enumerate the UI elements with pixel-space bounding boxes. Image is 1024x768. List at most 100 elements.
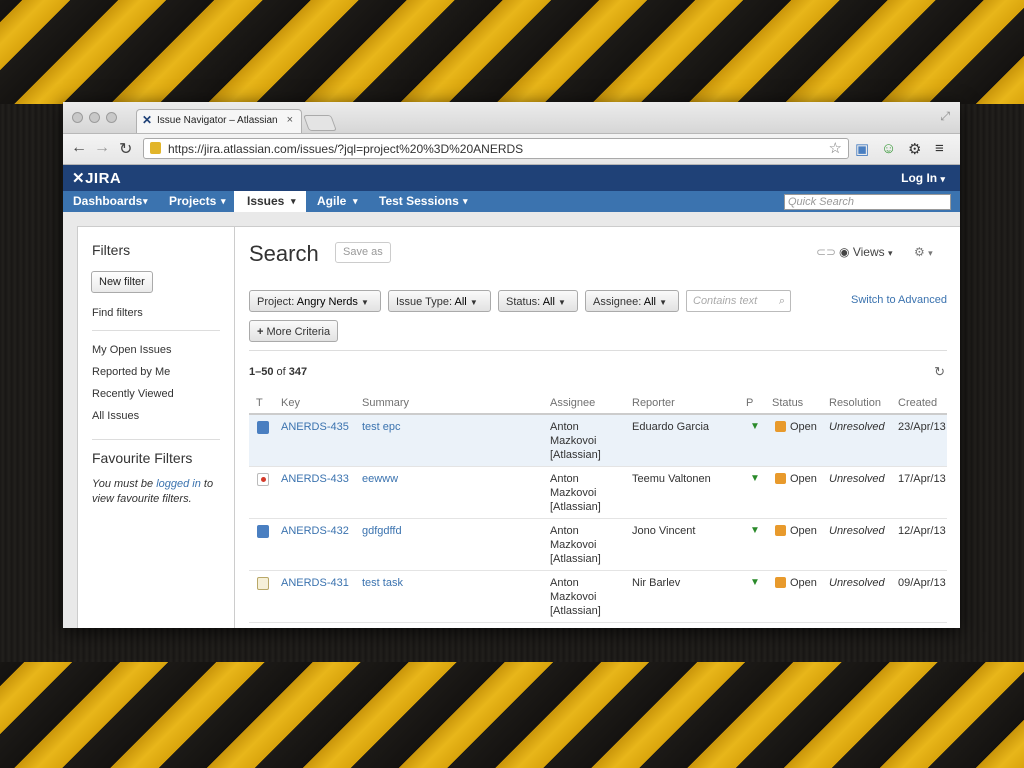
tools-gear-icon[interactable]: ⚙ ▾ [914, 245, 933, 259]
back-arrow-icon[interactable]: ← [71, 139, 87, 157]
issue-type-criteria-button[interactable]: Issue Type: All ▼ [388, 290, 491, 312]
hazard-stripes-bottom [0, 662, 1024, 768]
column-header-resolution[interactable]: Resolution [829, 397, 881, 409]
jira-favicon-icon: ✕ [142, 113, 153, 127]
reporter-cell[interactable]: Jono Vincent [632, 524, 695, 538]
fullscreen-icon[interactable]: ⤢ [940, 109, 950, 124]
nav-test-sessions[interactable]: Test Sessions ▾ [365, 191, 475, 212]
filter-recently-viewed[interactable]: Recently Viewed [92, 388, 174, 400]
nav-dashboards[interactable]: Dashboards ▾ [63, 191, 155, 212]
divider [92, 439, 220, 440]
issue-summary-link[interactable]: gdfgdffd [362, 524, 402, 538]
login-link[interactable]: logged in [156, 478, 201, 490]
column-header-assignee[interactable]: Assignee [550, 397, 595, 409]
favourite-filters-note: You must be logged in to view favourite … [92, 478, 214, 505]
reload-icon[interactable]: ↻ [119, 139, 132, 159]
table-row[interactable]: ANERDS-435 test epc Anton Mazkovoi [Atla… [249, 415, 947, 467]
issue-key-link[interactable]: ANERDS-435 [281, 420, 349, 434]
resolution-cell: Unresolved [829, 473, 885, 485]
zoom-window-button[interactable] [106, 112, 117, 123]
reporter-cell[interactable]: Nir Barlev [632, 576, 680, 590]
refresh-icon[interactable]: ↻ [934, 364, 945, 380]
issue-summary-link[interactable]: eewww [362, 472, 398, 486]
extension-green-icon[interactable]: ☺ [881, 140, 896, 157]
status-cell: Open [790, 473, 817, 485]
minimize-window-button[interactable] [89, 112, 100, 123]
browser-window: ✕ Issue Navigator – Atlassian × ⤢ ← → ↻ … [63, 102, 960, 628]
epic-type-icon [257, 421, 269, 434]
hazard-stripes-top [0, 0, 1024, 104]
address-bar[interactable]: https://jira.atlassian.com/issues/?jql=p… [143, 138, 849, 159]
forward-arrow-icon[interactable]: → [94, 139, 110, 157]
column-header-summary[interactable]: Summary [362, 397, 409, 409]
chevron-down-icon: ▾ [463, 196, 468, 206]
page-body: Filters New filter Find filters My Open … [63, 212, 960, 628]
issue-key-link[interactable]: ANERDS-432 [281, 524, 349, 538]
chevron-down-icon: ▾ [221, 196, 226, 206]
contains-text-input[interactable]: Contains text ⌕ [686, 290, 791, 312]
chevron-down-icon: ▼ [659, 298, 667, 307]
quick-search-input[interactable]: Quick Search [784, 194, 951, 210]
new-filter-button[interactable]: New filter [91, 271, 153, 293]
table-row[interactable]: ANERDS-433 eewww Anton Mazkovoi [Atlassi… [249, 467, 947, 519]
column-header-type[interactable]: T [256, 397, 263, 409]
project-criteria-button[interactable]: Project: Angry Nerds ▼ [249, 290, 381, 312]
filter-all-issues[interactable]: All Issues [92, 410, 139, 422]
assignee-cell[interactable]: Anton Mazkovoi [Atlassian] [550, 420, 625, 462]
reporter-cell[interactable]: Eduardo Garcia [632, 420, 709, 434]
epic-type-icon [257, 525, 269, 538]
resolution-cell: Unresolved [829, 525, 885, 537]
column-header-priority[interactable]: P [746, 397, 753, 409]
share-link-icon[interactable]: ⊂⊃ [816, 245, 836, 259]
assignee-criteria-button[interactable]: Assignee: All ▼ [585, 290, 679, 312]
page-title: Search [249, 241, 319, 266]
assignee-cell[interactable]: Anton Mazkovoi [Atlassian] [550, 524, 625, 566]
main-nav: Dashboards ▾ Projects ▾ Issues ▾ Agile ▾ Tes… [63, 191, 960, 212]
open-status-icon [775, 525, 786, 536]
issue-summary-link[interactable]: test task [362, 576, 403, 590]
created-cell: 17/Apr/13 [898, 473, 946, 485]
issue-key-link[interactable]: ANERDS-431 [281, 576, 349, 590]
table-row[interactable]: ANERDS-432 gdfgdffd Anton Mazkovoi [Atla… [249, 519, 947, 571]
column-header-key[interactable]: Key [281, 397, 300, 409]
extension-icon[interactable]: ▣ [855, 140, 869, 158]
nav-issues[interactable]: Issues ▾ [234, 191, 306, 212]
table-row[interactable]: ANERDS-431 test task Anton Mazkovoi [Atl… [249, 571, 947, 623]
assignee-cell[interactable]: Anton Mazkovoi [Atlassian] [550, 576, 625, 618]
save-as-button[interactable]: Save as [335, 242, 391, 263]
assignee-cell[interactable]: Anton Mazkovoi [Atlassian] [550, 472, 625, 514]
priority-arrow-down-icon: ▼ [750, 473, 760, 484]
security-warning-icon [150, 142, 161, 154]
status-criteria-button[interactable]: Status: All ▼ [498, 290, 578, 312]
tab-close-icon[interactable]: × [287, 114, 293, 126]
filter-my-open-issues[interactable]: My Open Issues [92, 344, 171, 356]
eye-icon: ◉ [839, 245, 850, 259]
reporter-cell[interactable]: Teemu Valtonen [632, 472, 711, 486]
chevron-down-icon: ▼ [469, 298, 478, 307]
bookmark-star-icon[interactable]: ☆ [829, 139, 842, 157]
login-link[interactable]: Log In ▾ [901, 171, 945, 185]
filter-reported-by-me[interactable]: Reported by Me [92, 366, 170, 378]
browser-tab[interactable]: ✕ Issue Navigator – Atlassian × [136, 109, 302, 133]
nav-agile[interactable]: Agile ▾ [307, 191, 364, 212]
resolution-cell: Unresolved [829, 577, 885, 589]
column-header-status[interactable]: Status [772, 397, 803, 409]
nav-projects[interactable]: Projects ▾ [156, 191, 233, 212]
close-window-button[interactable] [72, 112, 83, 123]
jira-logo[interactable]: ✕JIRA [72, 169, 121, 187]
more-criteria-button[interactable]: + More Criteria [249, 320, 339, 342]
chevron-down-icon: ▾ [353, 196, 358, 206]
column-header-created[interactable]: Created [898, 397, 937, 409]
search-content: Search Save as ⊂⊃ ◉ Views ▾ ⚙ ▾ Project:… [235, 227, 960, 628]
created-cell: 12/Apr/13 [898, 525, 946, 537]
views-button[interactable]: ◉ Views ▾ [839, 245, 893, 259]
gear-icon[interactable]: ⚙ [908, 140, 921, 158]
issue-summary-link[interactable]: test epc [362, 420, 401, 434]
switch-to-advanced-link[interactable]: Switch to Advanced [851, 294, 947, 306]
find-filters-link[interactable]: Find filters [92, 307, 143, 319]
chevron-down-icon: ▼ [558, 298, 566, 307]
menu-icon[interactable]: ≡ [935, 140, 944, 157]
new-tab-button[interactable] [303, 115, 337, 131]
column-header-reporter[interactable]: Reporter [632, 397, 675, 409]
issue-key-link[interactable]: ANERDS-433 [281, 472, 349, 486]
